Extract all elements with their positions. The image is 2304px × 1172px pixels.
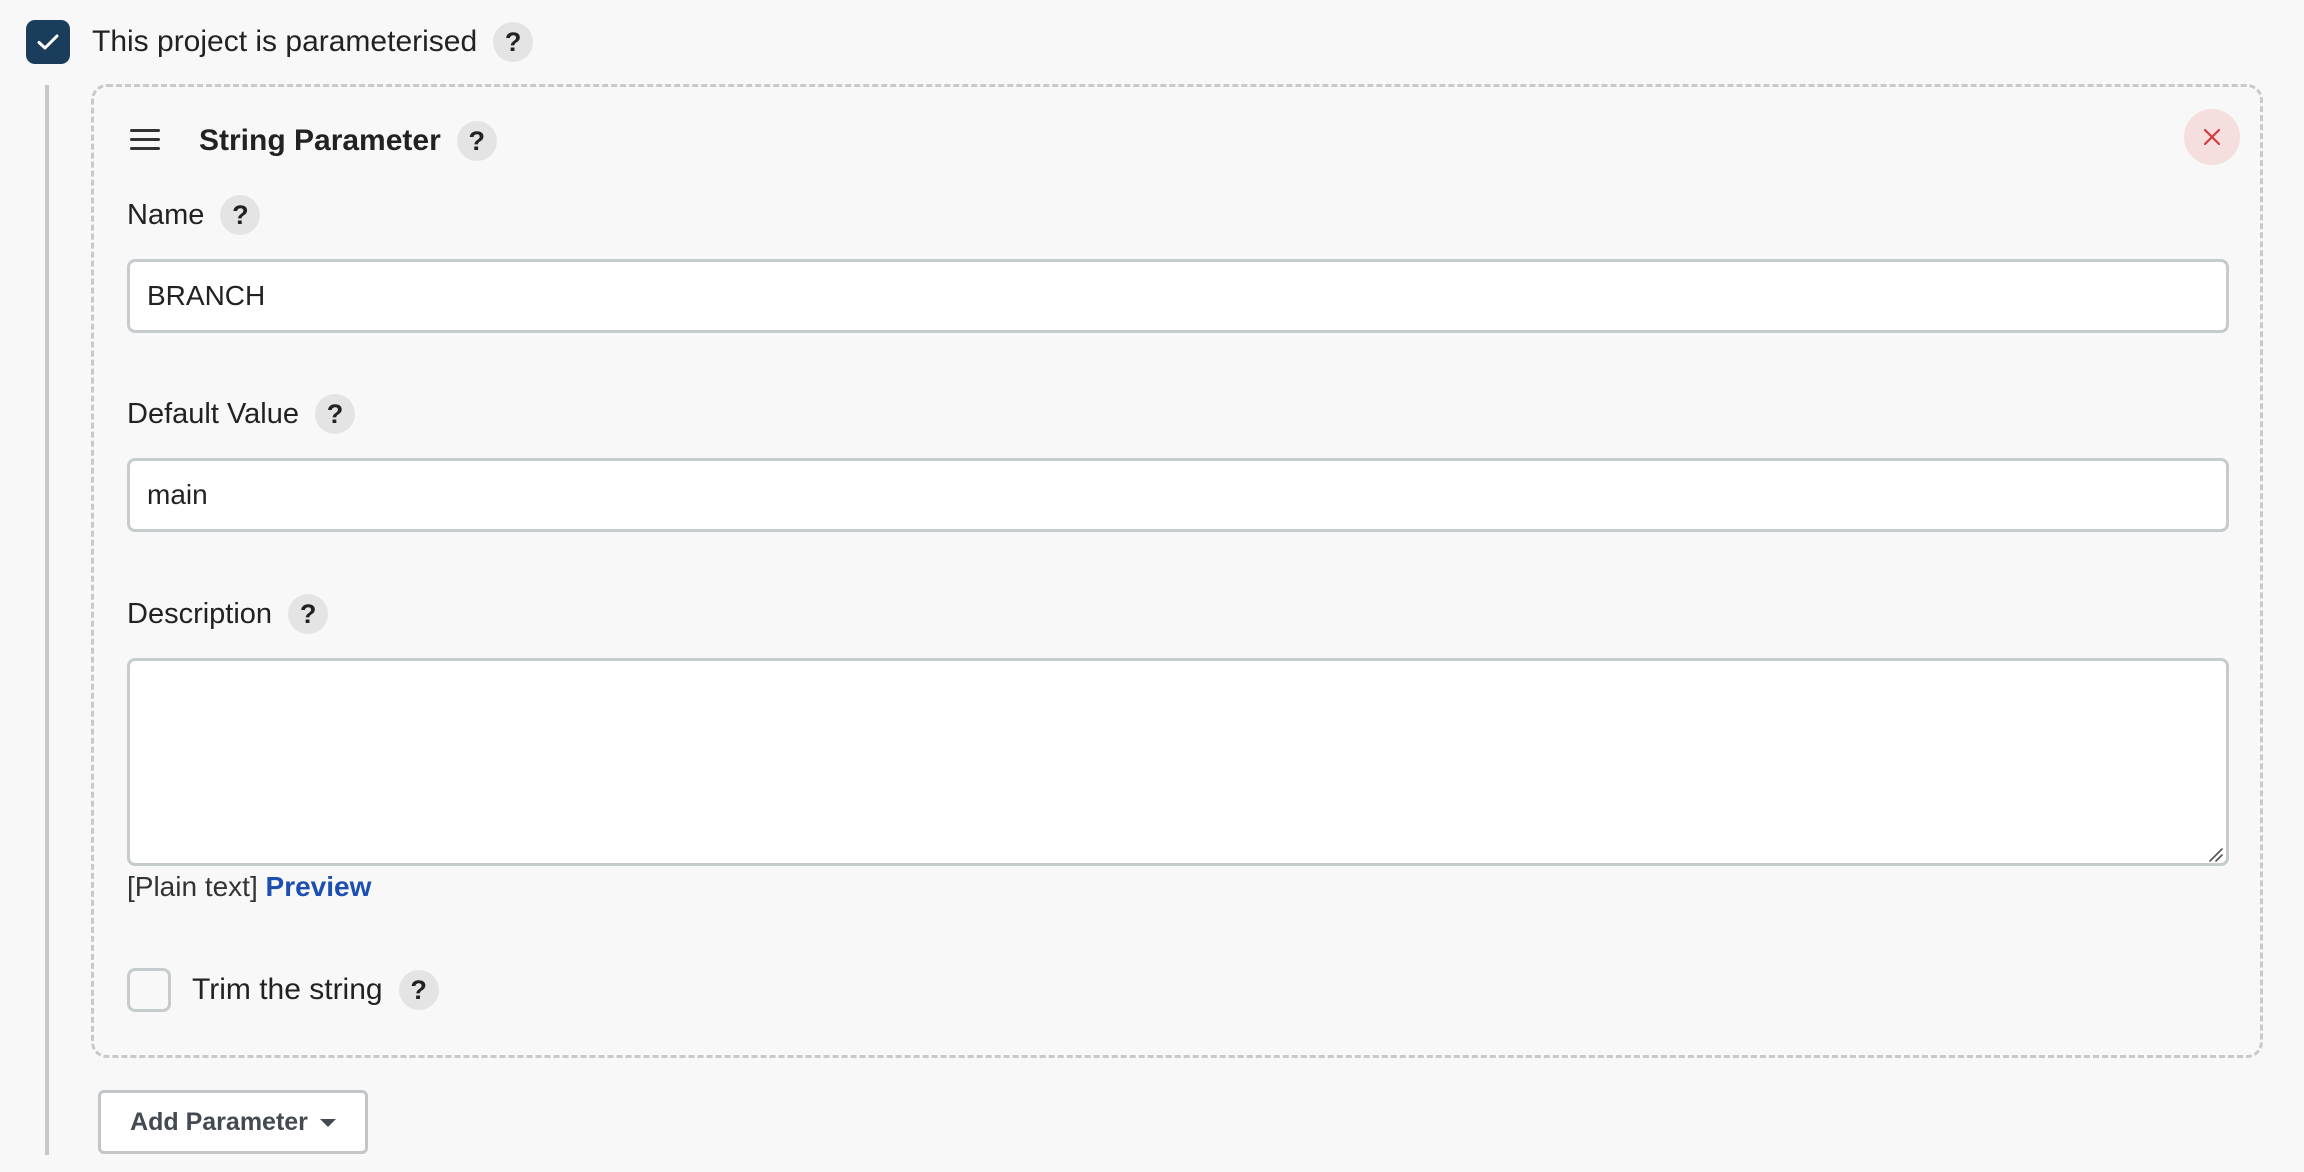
default-value-field-label: Default Value ?	[127, 392, 355, 436]
caret-down-icon	[319, 1119, 336, 1127]
trim-help-icon[interactable]: ?	[398, 970, 439, 1010]
name-field-label: Name ?	[127, 193, 261, 237]
name-label: Name	[127, 198, 205, 231]
add-parameter-label: Add Parameter	[130, 1107, 308, 1136]
remove-parameter-button[interactable]	[2184, 109, 2240, 165]
description-textarea[interactable]	[127, 658, 2229, 866]
parameterised-help-icon[interactable]: ?	[493, 22, 534, 62]
trim-row: Trim the string ?	[127, 968, 439, 1012]
checkmark-icon	[37, 34, 59, 50]
default-value-input[interactable]	[127, 458, 2229, 532]
parameters-section: This project is parameterised ? String P…	[0, 0, 2304, 1172]
default-value-label: Default Value	[127, 397, 299, 430]
nesting-guide-line	[45, 85, 49, 1155]
drag-handle-icon[interactable]	[130, 129, 160, 151]
add-parameter-button[interactable]: Add Parameter	[98, 1090, 368, 1154]
parameterised-checkbox[interactable]	[26, 20, 70, 64]
resize-grip-icon[interactable]	[2206, 845, 2224, 863]
default-value-help-icon[interactable]: ?	[314, 394, 355, 434]
preview-link[interactable]: Preview	[266, 871, 372, 902]
card-header: String Parameter ?	[94, 87, 2260, 191]
trim-checkbox[interactable]	[127, 968, 171, 1012]
description-format-row: [Plain text] Preview	[127, 871, 371, 903]
description-help-icon[interactable]: ?	[288, 594, 329, 634]
name-help-icon[interactable]: ?	[220, 195, 261, 235]
description-field-label: Description ?	[127, 592, 329, 636]
string-parameter-card: String Parameter ? Name ? Default Value …	[91, 84, 2263, 1058]
card-title: String Parameter ?	[199, 119, 497, 163]
close-icon	[2203, 128, 2221, 146]
parameter-type-title: String Parameter	[199, 124, 441, 157]
trim-label: Trim the string	[192, 973, 383, 1006]
parameterised-label: This project is parameterised	[92, 25, 478, 58]
description-label: Description	[127, 597, 273, 630]
plain-text-note: [Plain text]	[127, 871, 258, 902]
parameterised-row: This project is parameterised ?	[26, 20, 534, 64]
parameter-type-help-icon[interactable]: ?	[456, 121, 497, 161]
name-input[interactable]	[127, 259, 2229, 333]
